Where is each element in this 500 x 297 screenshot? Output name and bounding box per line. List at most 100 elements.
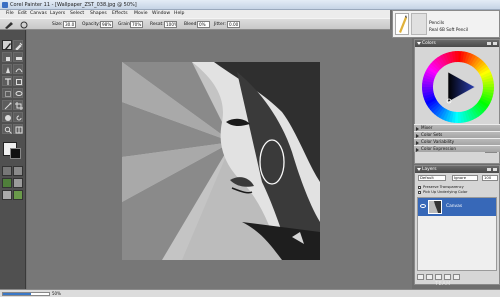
tool-crop[interactable] [13, 100, 23, 110]
size-field[interactable]: 30.0 [63, 21, 76, 28]
magic-wand-icon [4, 102, 12, 110]
layer-list: Canvas [417, 197, 497, 271]
layer-opacity-field[interactable]: 100 [482, 175, 498, 181]
bleed-control: Bleed: 0% [184, 21, 218, 29]
menu-window[interactable]: Window [152, 11, 170, 16]
tool-transform[interactable] [13, 76, 23, 86]
menu-movie[interactable]: Movie [134, 11, 148, 16]
grabber-icon [5, 115, 11, 121]
resat-field[interactable]: 100% [164, 21, 177, 28]
jitter-field[interactable]: 0.00 [227, 21, 240, 28]
color-variability-panel-title: Color Variability [421, 139, 455, 144]
menu-canvas[interactable]: Canvas [30, 11, 47, 16]
brush-icon [5, 43, 11, 50]
expand-icon [416, 148, 419, 152]
tool-eyedropper[interactable] [13, 40, 23, 50]
tool-shape[interactable] [13, 64, 23, 74]
dynamic-plugins-button[interactable] [435, 274, 442, 280]
collapse-icon [417, 168, 421, 171]
bleed-field[interactable]: 0% [197, 21, 210, 28]
color-sets-panel-header[interactable]: Color Sets [414, 131, 500, 138]
brush-category-label: Pencils [429, 21, 445, 26]
nozzle-selector[interactable] [2, 190, 12, 200]
layer-commands-button[interactable] [417, 274, 424, 280]
panel-options-icon[interactable] [487, 167, 497, 172]
reset-tool-button[interactable] [20, 21, 30, 29]
lasso-icon [15, 91, 23, 96]
tool-eraser[interactable] [13, 52, 23, 62]
brush-selector-bar: Pencils Real 6B Soft Pencil [392, 10, 500, 38]
layer-row-canvas[interactable]: Canvas [418, 198, 496, 216]
composite-method-dropdown[interactable]: Default [418, 175, 446, 181]
layer-options: Preserve Transparency Pick Up Underlying… [418, 185, 498, 195]
colors-panel-header[interactable]: Colors [415, 40, 499, 47]
menu-file[interactable]: File [6, 11, 14, 16]
opacity-field[interactable]: 98% [100, 21, 113, 28]
tool-paint-bucket[interactable] [2, 52, 12, 62]
pattern-selector[interactable] [2, 178, 12, 188]
crop-icon [15, 102, 23, 110]
progress-fill [3, 293, 31, 295]
tool-grabber[interactable] [2, 112, 12, 122]
color-wheel[interactable] [421, 50, 495, 124]
layer-mask-button[interactable] [426, 274, 433, 280]
new-layer-button[interactable] [444, 274, 451, 280]
brush-variant-preview[interactable] [411, 13, 427, 35]
menu-edit[interactable]: Edit [18, 11, 27, 16]
look-selector[interactable] [13, 190, 23, 200]
menu-help[interactable]: Help [174, 11, 184, 16]
brush-category-button[interactable] [395, 13, 409, 35]
tool-brush[interactable] [2, 40, 12, 50]
jitter-control: Jitter: 0.00 [214, 21, 248, 29]
toolbox [0, 30, 26, 292]
text-icon [5, 78, 11, 85]
mixer-panel-header[interactable]: Mixer [414, 124, 500, 131]
canvas-workspace[interactable] [27, 30, 412, 289]
preserve-transparency-checkbox[interactable] [418, 186, 421, 189]
weaving-selector[interactable] [13, 178, 23, 188]
pick-up-underlying-row[interactable]: Pick Up Underlying Color [418, 190, 498, 195]
brush-variant-label[interactable]: Real 6B Soft Pencil [429, 27, 468, 32]
property-bar: Size: 30.0 Opacity: 98% Grain: 70% Resat… [0, 18, 390, 30]
layers-panel-header[interactable]: Layers [415, 166, 499, 173]
composite-depth-dropdown[interactable]: Ignore [452, 175, 478, 181]
mixer-panel-title: Mixer [421, 125, 433, 130]
document-canvas[interactable] [122, 62, 320, 260]
color-expression-panel-title: Color Expression [421, 146, 456, 151]
tool-rectangle-select[interactable] [2, 88, 12, 98]
resat-label: Resat: [150, 22, 164, 27]
tool-rotate[interactable] [13, 112, 23, 122]
layer-name: Canvas [446, 204, 463, 209]
title-bar: Corel Painter 11 - [Wallpaper_ZST_038.jp… [0, 0, 500, 10]
size-label: Size: [52, 22, 63, 27]
menu-layers[interactable]: Layers [50, 11, 65, 16]
rectangle-select-icon [5, 91, 11, 97]
brush-icon [5, 22, 13, 29]
tool-magnifier[interactable] [2, 124, 12, 134]
pick-up-underlying-checkbox[interactable] [418, 191, 421, 194]
paper-selector[interactable] [2, 166, 12, 176]
zoom-level[interactable]: 50% [52, 291, 61, 296]
preserve-transparency-label: Preserve Transparency [423, 185, 464, 189]
menu-effects[interactable]: Effects [112, 11, 128, 16]
eye-icon[interactable] [420, 204, 426, 208]
gradient-selector[interactable] [13, 166, 23, 176]
status-bar: 50% [0, 289, 500, 297]
tool-text[interactable] [2, 76, 12, 86]
menu-shapes[interactable]: Shapes [90, 11, 107, 16]
tool-divine-proportion[interactable] [13, 124, 23, 134]
tool-lasso[interactable] [13, 88, 23, 98]
panel-options-icon[interactable] [487, 41, 497, 46]
color-expression-panel-header[interactable]: Color Expression [414, 145, 500, 152]
delete-layer-button[interactable] [453, 274, 460, 280]
transform-icon [16, 79, 22, 85]
grain-field[interactable]: 70% [130, 21, 143, 28]
brush-tool-indicator[interactable] [4, 21, 16, 29]
additional-color-swatch[interactable] [10, 148, 21, 159]
tool-magic-wand[interactable] [2, 100, 12, 110]
menu-select[interactable]: Select [70, 11, 84, 16]
tool-pen[interactable] [2, 64, 12, 74]
color-variability-panel-header[interactable]: Color Variability [414, 138, 500, 145]
progress-bar [2, 292, 50, 296]
hue-ring[interactable] [421, 50, 495, 124]
